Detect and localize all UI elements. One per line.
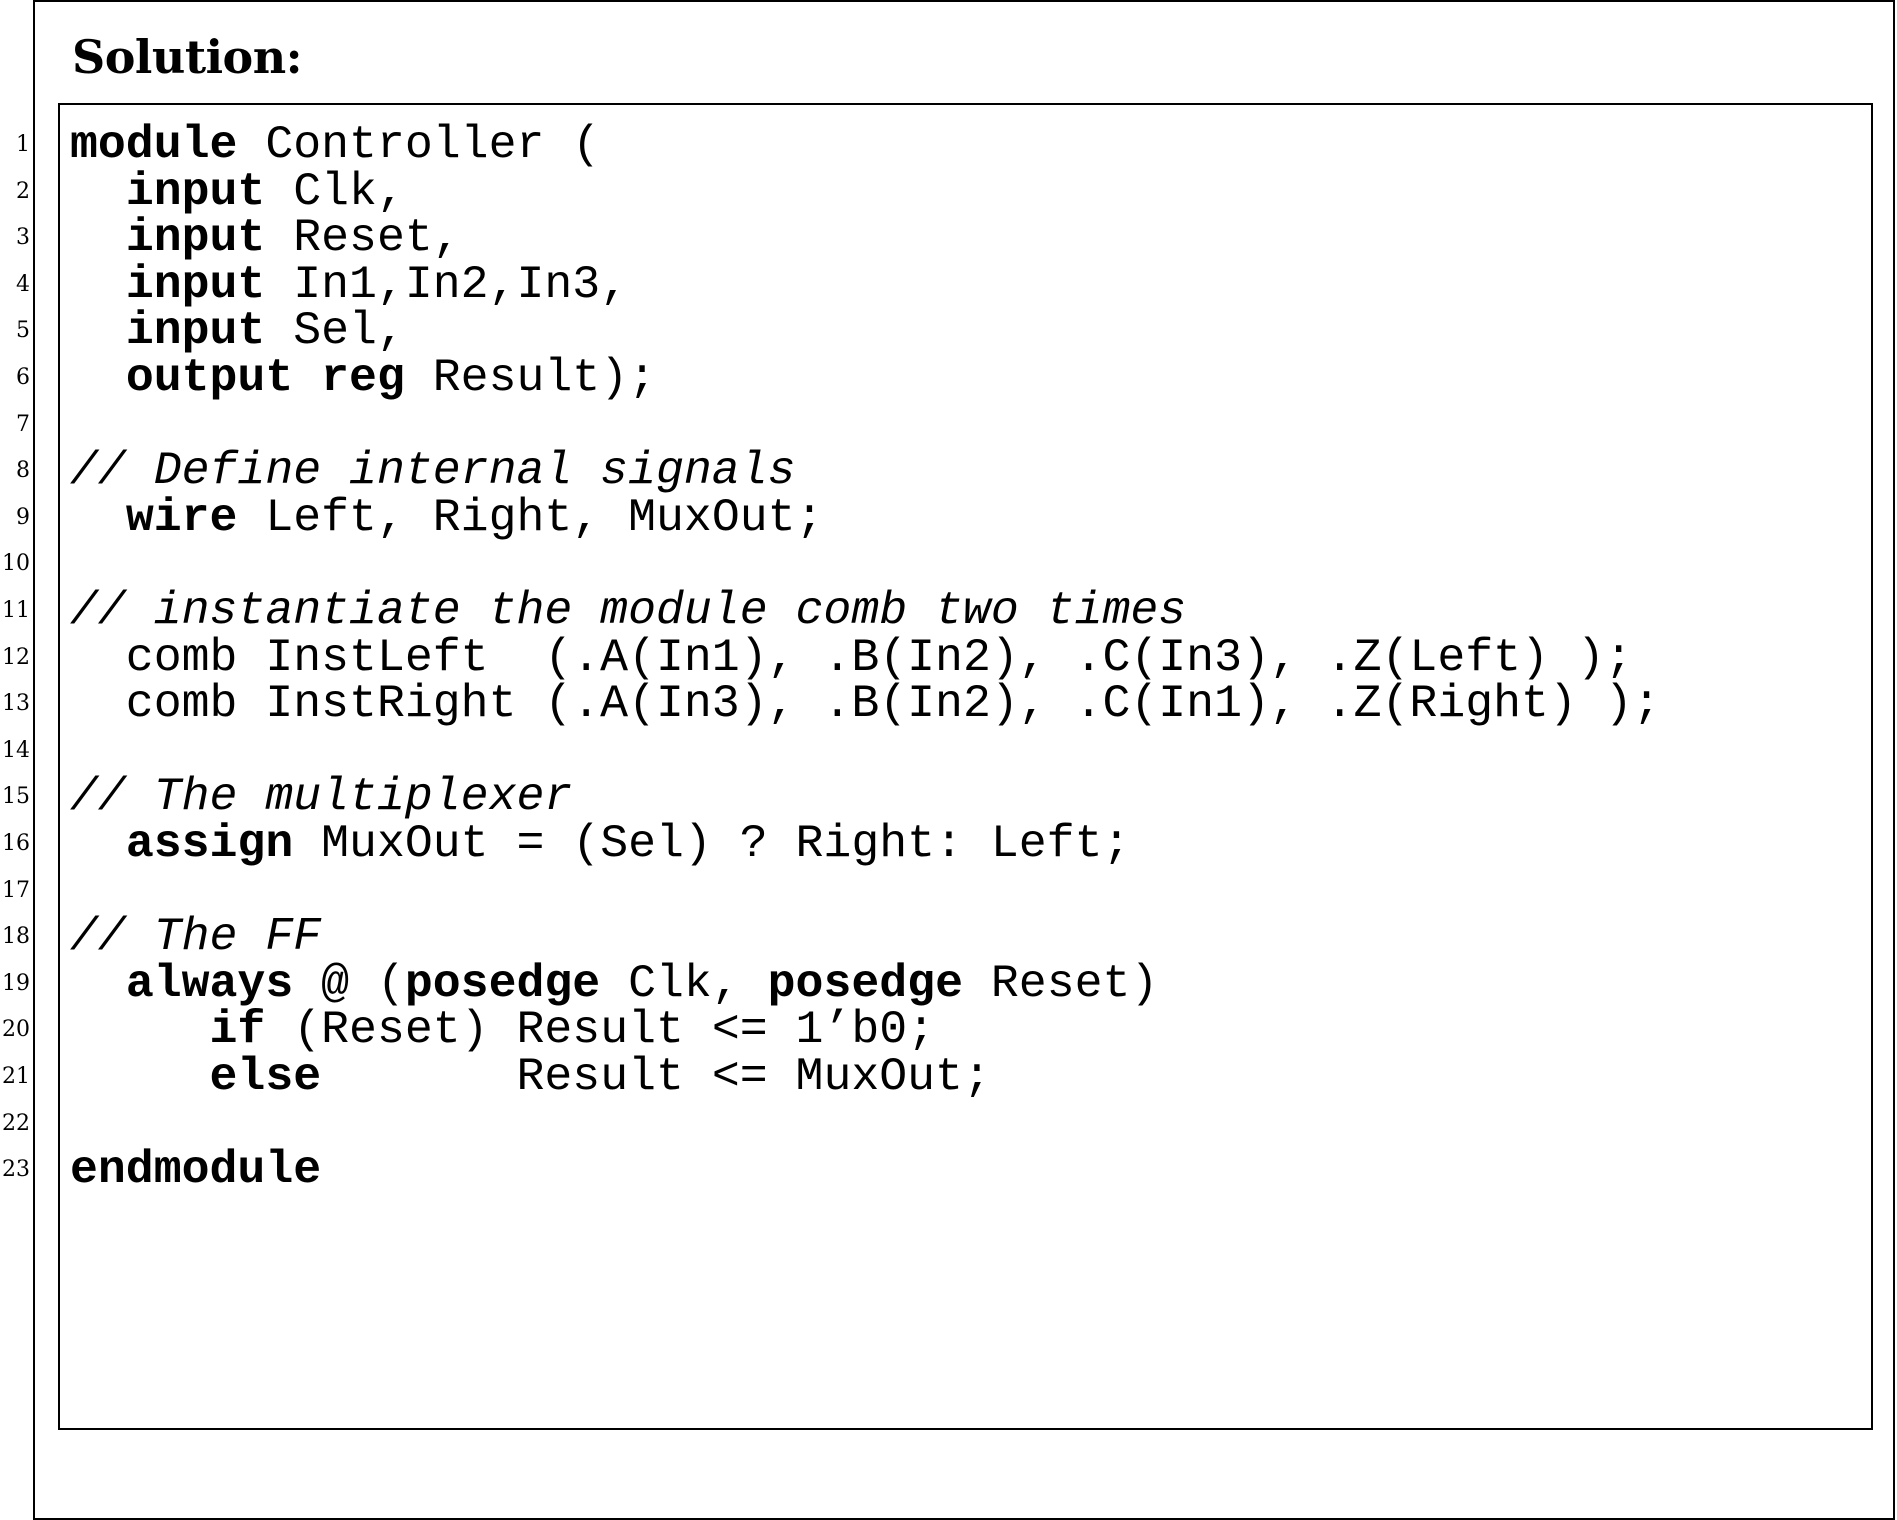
code-keyword: assign bbox=[125, 817, 294, 870]
code-keyword: else bbox=[209, 1050, 322, 1103]
code-line: assign MuxOut = (Sel) ? Right: Left; bbox=[70, 816, 1131, 873]
code-keyword: output bbox=[125, 351, 294, 404]
code-line: comb InstRight (.A(In3), .B(In2), .C(In1… bbox=[70, 676, 1661, 733]
code-line: else Result <= MuxOut; bbox=[70, 1049, 991, 1106]
code-text: comb InstRight (.A(In3), .B(In2), .C(In1… bbox=[70, 677, 1661, 731]
solution-heading: Solution: bbox=[72, 30, 303, 84]
code-text: Result); bbox=[404, 351, 657, 404]
code-line: wire Left, Right, MuxOut; bbox=[70, 490, 824, 547]
code-keyword: endmodule bbox=[70, 1143, 322, 1197]
code-text: Result <= MuxOut; bbox=[321, 1050, 991, 1103]
code-keyword: reg bbox=[321, 351, 405, 404]
code-keyword: wire bbox=[125, 490, 238, 544]
code-line: output reg Result); bbox=[70, 350, 656, 407]
code-text: MuxOut = (Sel) ? Right: Left; bbox=[293, 817, 1131, 870]
code-text: Reset) bbox=[963, 956, 1159, 1010]
code-text: Left, Right, MuxOut; bbox=[237, 490, 824, 544]
code-line: endmodule bbox=[70, 1142, 321, 1199]
line-number: 23 bbox=[2, 1157, 30, 1183]
